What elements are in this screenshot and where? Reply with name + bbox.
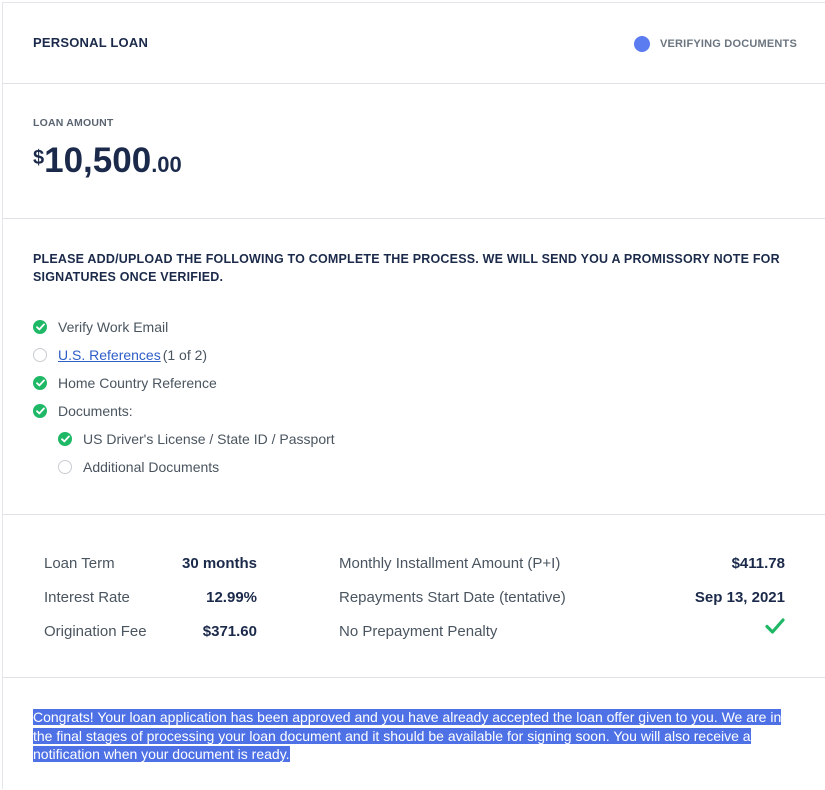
list-item-label: Verify Work Email <box>58 319 169 335</box>
loan-terms-section: Loan Term 30 months Interest Rate 12.99%… <box>3 514 825 678</box>
repayment-start-label: Repayments Start Date (tentative) <box>339 589 566 606</box>
monthly-installment-label: Monthly Installment Amount (P+I) <box>339 555 561 572</box>
empty-circle-icon <box>58 460 72 474</box>
amount-whole: 10,500 <box>44 141 152 180</box>
list-item-label: Additional Documents <box>83 459 220 475</box>
approval-message-text: Congrats! Your loan application has been… <box>33 709 782 762</box>
check-circle-icon <box>33 376 47 390</box>
instruction-text: PLEASE ADD/UPLOAD THE FOLLOWING TO COMPL… <box>33 252 780 284</box>
list-item-count: (1 of 2) <box>162 347 208 363</box>
list-item: US Driver's License / State ID / Passpor… <box>58 425 335 453</box>
amount-cents: .00 <box>151 152 182 177</box>
list-item: Additional Documents <box>58 453 335 481</box>
repayment-start-value: Sep 13, 2021 <box>694 589 785 606</box>
approval-message: Congrats! Your loan application has been… <box>33 708 785 764</box>
list-item-label: Documents: <box>58 403 133 419</box>
list-item: Home Country Reference <box>33 369 335 397</box>
status-badge: VERIFYING DOCUMENTS <box>633 36 797 52</box>
check-circle-icon <box>33 320 47 334</box>
loan-amount-label: LOAN AMOUNT <box>33 117 114 129</box>
requirements-list: Verify Work Email U.S. References (1 of 2)… <box>33 313 335 481</box>
interest-rate-value: 12.99% <box>206 589 257 606</box>
loan-term-label: Loan Term <box>44 555 115 572</box>
check-circle-icon <box>58 432 72 446</box>
loan-amount-section: LOAN AMOUNT $10,500.00 <box>3 83 825 219</box>
us-references-link[interactable]: U.S. References <box>58 347 161 363</box>
page-title: PERSONAL LOAN <box>33 35 149 50</box>
currency-symbol: $ <box>33 147 45 169</box>
interest-rate-label: Interest Rate <box>44 589 130 606</box>
status-text: VERIFYING DOCUMENTS <box>659 38 797 50</box>
list-item: Documents: <box>33 397 335 425</box>
list-item[interactable]: U.S. References (1 of 2) <box>33 341 335 369</box>
status-dot-icon <box>633 36 650 52</box>
list-item: Verify Work Email <box>33 313 335 341</box>
empty-circle-icon <box>33 348 47 362</box>
origination-fee-label: Origination Fee <box>44 623 147 640</box>
loan-amount: $10,500.00 <box>33 141 182 181</box>
message-section: Congrats! Your loan application has been… <box>3 677 825 790</box>
loan-card: PERSONAL LOAN VERIFYING DOCUMENTS LOAN A… <box>2 2 825 789</box>
loan-term-value: 30 months <box>181 555 257 572</box>
list-item-label: US Driver's License / State ID / Passpor… <box>83 431 335 447</box>
list-item-label: Home Country Reference <box>58 375 217 391</box>
requirements-section: PLEASE ADD/UPLOAD THE FOLLOWING TO COMPL… <box>3 218 825 515</box>
check-circle-icon <box>33 404 47 418</box>
origination-fee-value: $371.60 <box>202 623 257 640</box>
checkmark-icon <box>765 618 785 639</box>
monthly-installment-value: $411.78 <box>731 555 785 572</box>
card-header: PERSONAL LOAN VERIFYING DOCUMENTS <box>3 3 825 84</box>
prepayment-penalty-label: No Prepayment Penalty <box>339 623 498 640</box>
